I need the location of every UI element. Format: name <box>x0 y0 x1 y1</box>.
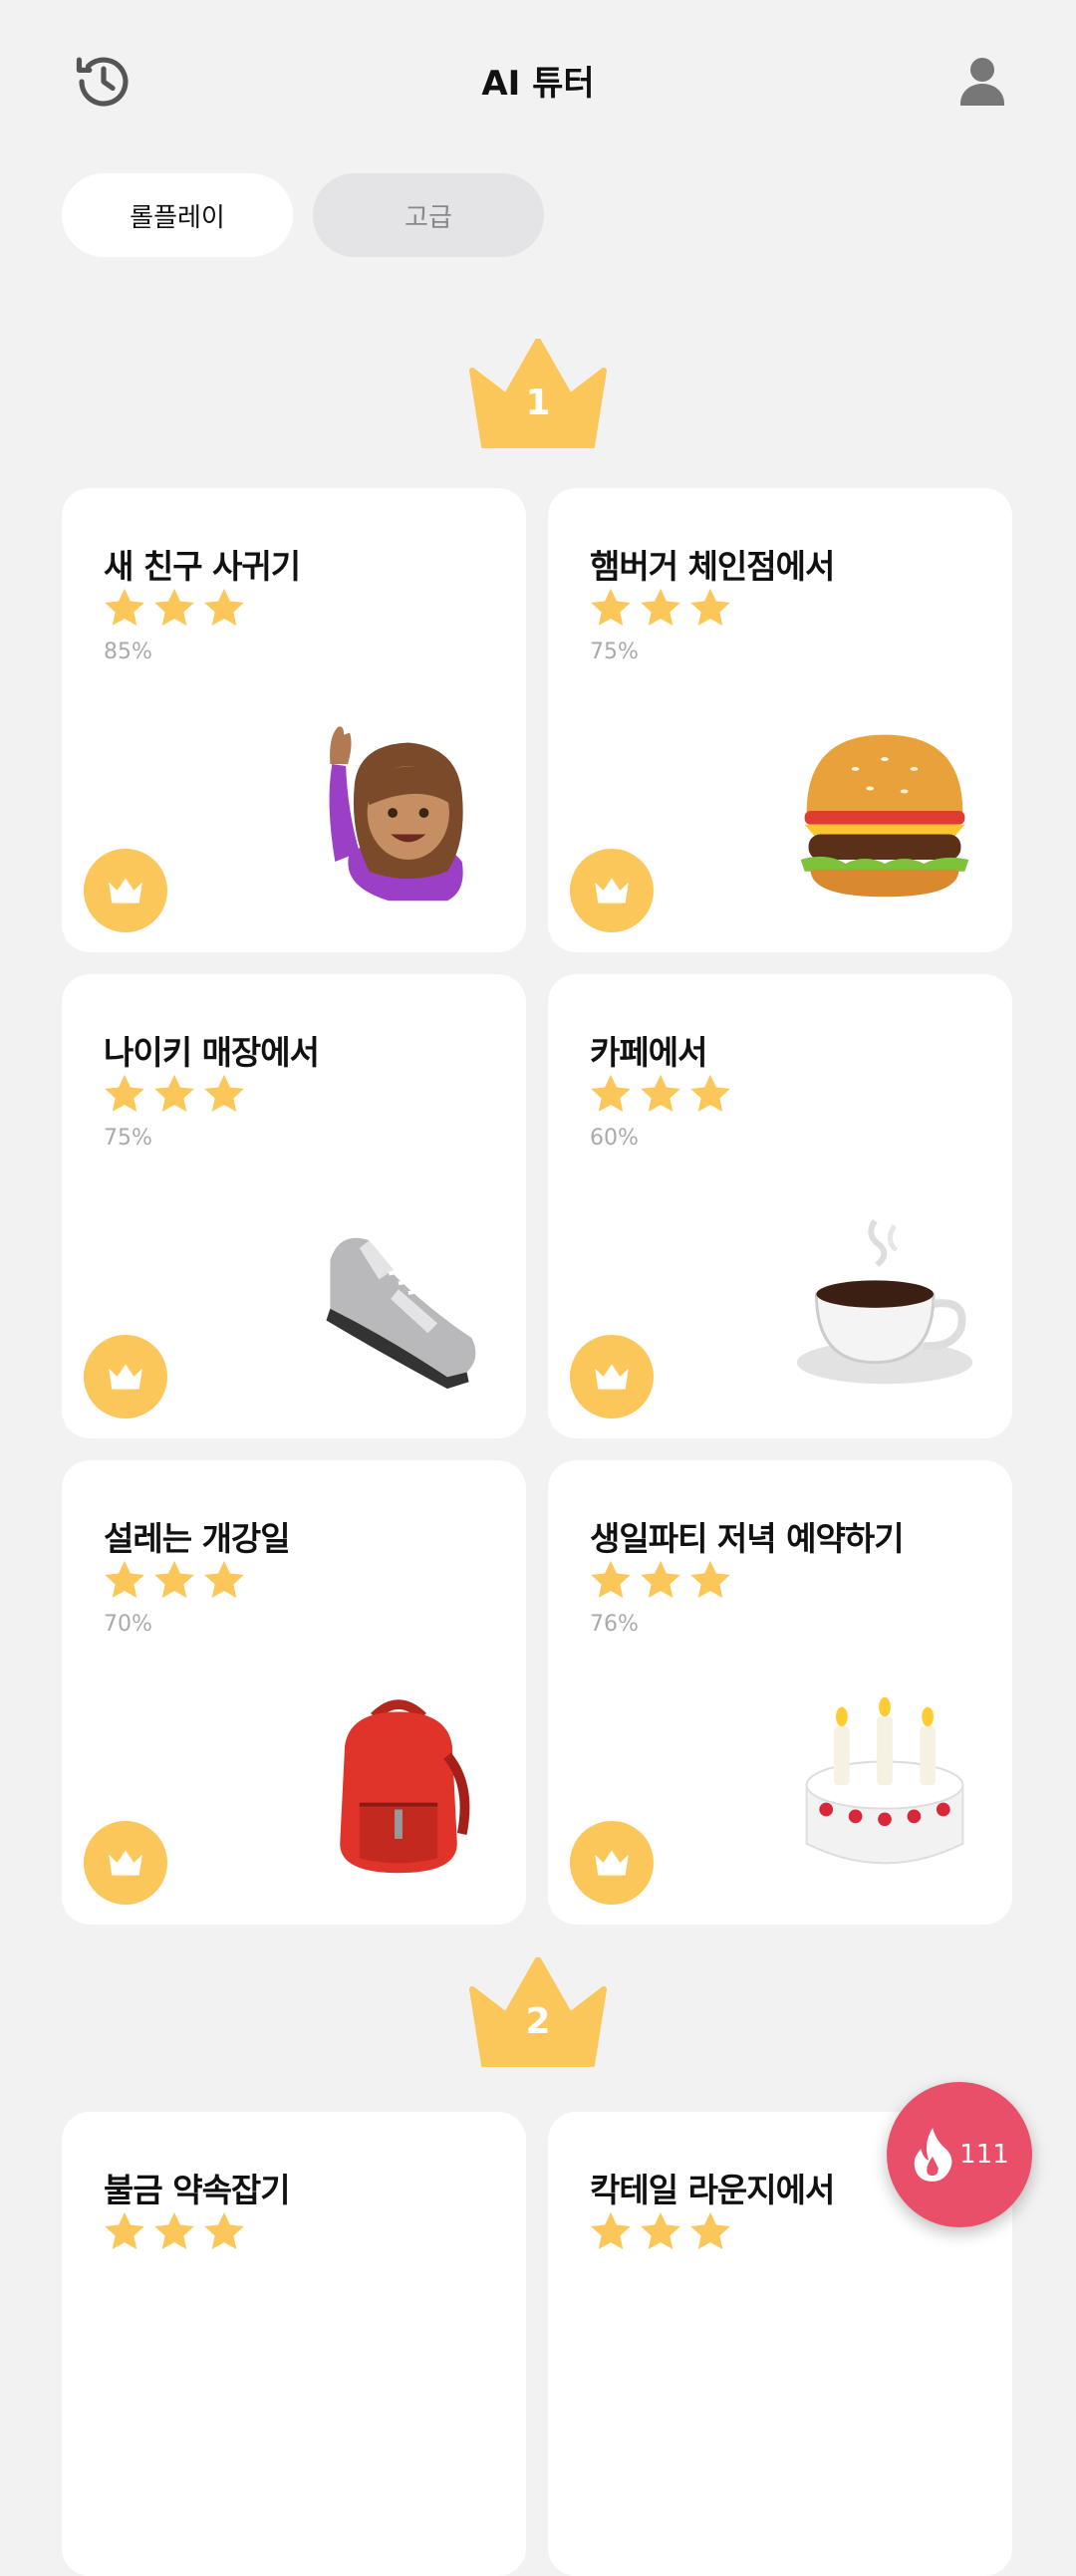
crown-button[interactable] <box>570 1335 654 1418</box>
star-icon <box>151 586 197 632</box>
card-title: 설레는 개강일 <box>104 1519 291 1558</box>
crown-icon <box>105 1846 146 1880</box>
sneaker-icon <box>326 1237 476 1390</box>
woman-raising-hand-icon <box>329 726 463 902</box>
star-icon <box>638 2209 683 2255</box>
crown-button[interactable] <box>84 849 167 932</box>
level-badge-1: 1 <box>468 339 608 448</box>
progress-percent: 70% <box>104 1612 152 1637</box>
star-icon <box>687 2209 733 2255</box>
card-title: 생일파티 저녁 예약하기 <box>590 1519 905 1558</box>
header: AI 튜터 <box>0 0 1076 169</box>
crown-button[interactable] <box>84 1335 167 1418</box>
star-icon <box>638 586 683 632</box>
card-title: 햄버거 체인점에서 <box>590 547 835 586</box>
card-title: 카페에서 <box>590 1033 707 1072</box>
card-title: 칵테일 라운지에서 <box>590 2171 835 2209</box>
star-rating <box>102 586 247 632</box>
star-icon <box>151 1558 197 1604</box>
hamburger-icon <box>800 734 969 898</box>
lesson-card[interactable]: 불금 약속잡기 <box>62 2112 526 2576</box>
star-rating <box>588 1072 733 1118</box>
profile-button[interactable] <box>952 52 1012 112</box>
tab-roleplay[interactable]: 롤플레이 <box>62 173 293 257</box>
crown-button[interactable] <box>84 1821 167 1905</box>
page-title: AI 튜터 <box>481 64 595 104</box>
star-icon <box>638 1072 683 1118</box>
crown-icon <box>591 874 633 907</box>
level-badge-2: 2 <box>468 1957 608 2067</box>
crown-icon <box>591 1360 633 1394</box>
level-number: 1 <box>525 383 551 423</box>
crown-button[interactable] <box>570 849 654 932</box>
coffee-cup-icon <box>796 1218 973 1385</box>
star-rating <box>102 2209 247 2255</box>
progress-percent: 76% <box>590 1612 639 1637</box>
star-icon <box>201 1558 247 1604</box>
card-title: 새 친구 사귀기 <box>104 547 301 586</box>
level-number: 2 <box>525 2001 551 2042</box>
lesson-card[interactable]: 나이키 매장에서 75% <box>62 974 526 1438</box>
streak-count: 111 <box>959 2140 1009 2170</box>
crown-icon <box>105 874 146 907</box>
star-icon <box>638 1558 683 1604</box>
crown-button[interactable] <box>570 1821 654 1905</box>
star-icon <box>102 2209 147 2255</box>
crown-icon <box>105 1360 146 1394</box>
star-icon <box>102 1558 147 1604</box>
progress-percent: 75% <box>590 640 639 664</box>
star-icon <box>151 1072 197 1118</box>
birthday-cake-icon <box>805 1696 964 1865</box>
card-title: 불금 약속잡기 <box>104 2171 291 2209</box>
flame-icon <box>914 2128 952 2182</box>
star-rating <box>588 2209 733 2255</box>
star-icon <box>201 2209 247 2255</box>
star-icon <box>201 586 247 632</box>
tab-advanced[interactable]: 고급 <box>313 173 544 257</box>
star-icon <box>102 586 147 632</box>
star-icon <box>687 586 733 632</box>
backpack-icon <box>340 1699 470 1874</box>
star-icon <box>151 2209 197 2255</box>
star-rating <box>102 1072 247 1118</box>
star-icon <box>687 1558 733 1604</box>
person-icon <box>960 58 1004 106</box>
star-icon <box>588 586 634 632</box>
lesson-card[interactable]: 생일파티 저녁 예약하기 76% <box>548 1460 1012 1925</box>
star-icon <box>201 1072 247 1118</box>
crown-icon <box>591 1846 633 1880</box>
lesson-card[interactable]: 새 친구 사귀기 85% <box>62 488 526 952</box>
progress-percent: 60% <box>590 1126 639 1151</box>
lesson-card[interactable]: 햄버거 체인점에서 75% <box>548 488 1012 952</box>
star-icon <box>687 1072 733 1118</box>
star-rating <box>588 1558 733 1604</box>
lesson-card[interactable]: 카페에서 60% <box>548 974 1012 1438</box>
streak-button[interactable]: 111 <box>887 2082 1032 2227</box>
star-icon <box>102 1072 147 1118</box>
progress-percent: 75% <box>104 1126 152 1151</box>
star-icon <box>588 1558 634 1604</box>
progress-percent: 85% <box>104 640 152 664</box>
star-icon <box>588 2209 634 2255</box>
lesson-card[interactable]: 설레는 개강일 70% <box>62 1460 526 1925</box>
star-rating <box>588 586 733 632</box>
star-icon <box>588 1072 634 1118</box>
star-rating <box>102 1558 247 1604</box>
card-title: 나이키 매장에서 <box>104 1033 320 1072</box>
